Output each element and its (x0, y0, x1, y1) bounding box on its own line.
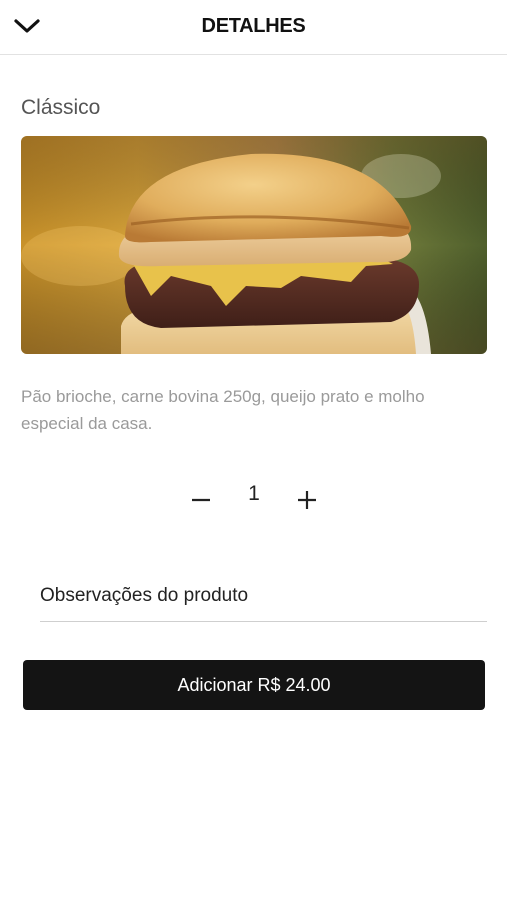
page-title: DETALHES (201, 15, 306, 37)
product-name: Clássico (21, 96, 101, 119)
product-notes-input[interactable] (40, 570, 487, 622)
quantity-stepper: 1 (0, 478, 507, 528)
plus-icon (297, 490, 317, 515)
minus-icon (191, 490, 211, 515)
decrease-quantity-button[interactable] (186, 486, 216, 518)
product-description: Pão brioche, carne bovina 250g, queijo p… (21, 387, 425, 433)
add-to-cart-button[interactable]: Adicionar R$ 24.00 (23, 660, 485, 710)
top-bar: DETALHES (0, 0, 507, 55)
product-image (21, 136, 487, 354)
increase-quantity-button[interactable] (292, 486, 322, 518)
quantity-value: 1 (248, 482, 260, 505)
